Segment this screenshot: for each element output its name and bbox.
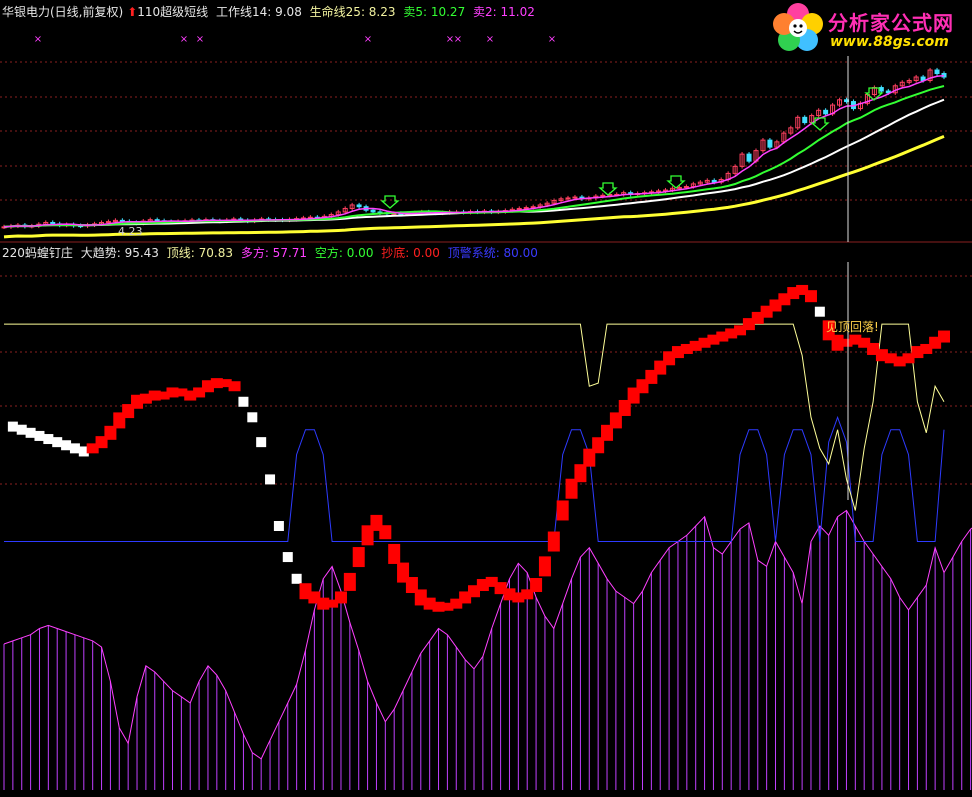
trend-block-white bbox=[282, 552, 293, 563]
trend-block-red bbox=[556, 500, 569, 521]
trend-block-red bbox=[574, 464, 587, 483]
price-low-label: 4.23 bbox=[118, 225, 143, 238]
candle-body bbox=[370, 209, 376, 213]
top-warning-label: 见顶回落! bbox=[826, 320, 879, 334]
logo-url: www.88gs.com bbox=[830, 34, 949, 50]
trend-block-white bbox=[273, 521, 284, 531]
candle-body bbox=[572, 196, 578, 199]
trend-block-white bbox=[34, 430, 45, 441]
candle-body bbox=[516, 207, 522, 210]
warning-system-line bbox=[4, 415, 945, 542]
candle-body bbox=[711, 179, 717, 183]
indicator-sub-name: 220蚂蝗钉庄 bbox=[2, 246, 73, 260]
life-line-value: 生命线25: 8.23 bbox=[309, 5, 396, 19]
stock-name: 华银电力(日线,前复权) bbox=[2, 5, 124, 19]
flower-logo-icon bbox=[773, 3, 823, 51]
sell-mark-icon: × bbox=[180, 34, 188, 45]
trend-block-red bbox=[334, 591, 347, 604]
trend-block-red bbox=[343, 572, 356, 591]
trend-block-white bbox=[238, 396, 249, 407]
work-line-14 bbox=[3, 85, 945, 228]
histogram-outline bbox=[3, 509, 972, 760]
buy-arrow-icon bbox=[810, 117, 830, 131]
sell-mark-icon: × bbox=[486, 34, 494, 45]
sell-mark-icon: × bbox=[548, 34, 556, 45]
kline-chart[interactable]: × × × × × × × × bbox=[0, 0, 972, 797]
bottom-buy-value: 抄底: 0.00 bbox=[381, 246, 440, 260]
sell2-value: 卖2: 11.02 bbox=[473, 5, 535, 19]
trend-block-white bbox=[256, 437, 267, 448]
trend-block-white bbox=[25, 427, 36, 438]
indicator-panel[interactable] bbox=[3, 284, 972, 790]
sell-mark-icon: × bbox=[196, 34, 204, 45]
up-arrow-icon: ⬆ bbox=[127, 5, 138, 19]
price-panel[interactable]: × × × × × × × × bbox=[1, 34, 947, 239]
trend-block-red bbox=[352, 547, 365, 568]
bear-value: 空方: 0.00 bbox=[314, 246, 374, 260]
trend-block-white bbox=[265, 474, 276, 485]
sell-mark-icon: × bbox=[34, 34, 42, 45]
candle-body bbox=[600, 194, 606, 197]
sell5-value: 卖5: 10.27 bbox=[403, 5, 466, 19]
warning-system-value: 顶警系统: 80.00 bbox=[447, 246, 538, 260]
trend-block-white bbox=[7, 421, 18, 432]
trend-block-white bbox=[61, 440, 72, 451]
logo-title: 分析家公式网 bbox=[828, 11, 954, 35]
candle-body bbox=[105, 221, 111, 224]
trend-block-red bbox=[538, 556, 551, 577]
candle-body bbox=[802, 116, 808, 124]
trend-block-red bbox=[228, 381, 241, 392]
trend-block-red bbox=[388, 543, 401, 564]
candle-body bbox=[356, 204, 362, 208]
trend-value: 大趋势: 95.43 bbox=[80, 246, 159, 260]
trend-block-red bbox=[547, 531, 560, 552]
trend-block-red bbox=[804, 290, 817, 303]
top-line-value: 顶线: 70.83 bbox=[166, 246, 233, 260]
price-header: 华银电力(日线,前复权) ⬆110超级短线 工作线14: 9.08 生命线25: … bbox=[2, 3, 539, 21]
candle-body bbox=[154, 219, 160, 222]
buy-arrow-icon bbox=[380, 195, 400, 209]
candle-body bbox=[823, 109, 829, 115]
sell-mark-icon: × bbox=[454, 34, 462, 45]
candle-body bbox=[565, 197, 571, 200]
trend-block-white bbox=[43, 434, 54, 445]
trend-block-red bbox=[530, 578, 543, 593]
brand-logo: 分析家公式网 www.88gs.com bbox=[770, 0, 972, 56]
buy-arrow-icon bbox=[598, 182, 618, 196]
trend-block-white bbox=[291, 573, 302, 584]
indicator-header: 220蚂蝗钉庄 大趋势: 95.43 顶线: 70.83 多方: 57.71 空… bbox=[2, 244, 542, 262]
candle-body bbox=[767, 139, 773, 148]
candle-body bbox=[50, 221, 56, 225]
trend-block-white bbox=[16, 424, 27, 435]
trend-block-red bbox=[938, 330, 950, 343]
trend-block-white bbox=[52, 437, 63, 448]
trend-block-white bbox=[814, 306, 825, 317]
trend-block-red bbox=[379, 525, 392, 540]
candle-body bbox=[683, 186, 689, 189]
indicator-name: 110超级短线 bbox=[137, 5, 209, 19]
candle-body bbox=[878, 87, 884, 92]
candle-body bbox=[676, 186, 682, 189]
candle-body bbox=[934, 69, 940, 75]
work-line-value: 工作线14: 9.08 bbox=[215, 5, 302, 19]
trend-block-white bbox=[69, 443, 80, 454]
candle-body bbox=[523, 207, 529, 210]
bull-value: 多方: 57.71 bbox=[240, 246, 308, 260]
buy-arrow-icon bbox=[666, 175, 686, 189]
trend-block-white bbox=[247, 412, 258, 423]
candle-body bbox=[746, 153, 752, 162]
sell-mark-icon: × bbox=[364, 34, 372, 45]
